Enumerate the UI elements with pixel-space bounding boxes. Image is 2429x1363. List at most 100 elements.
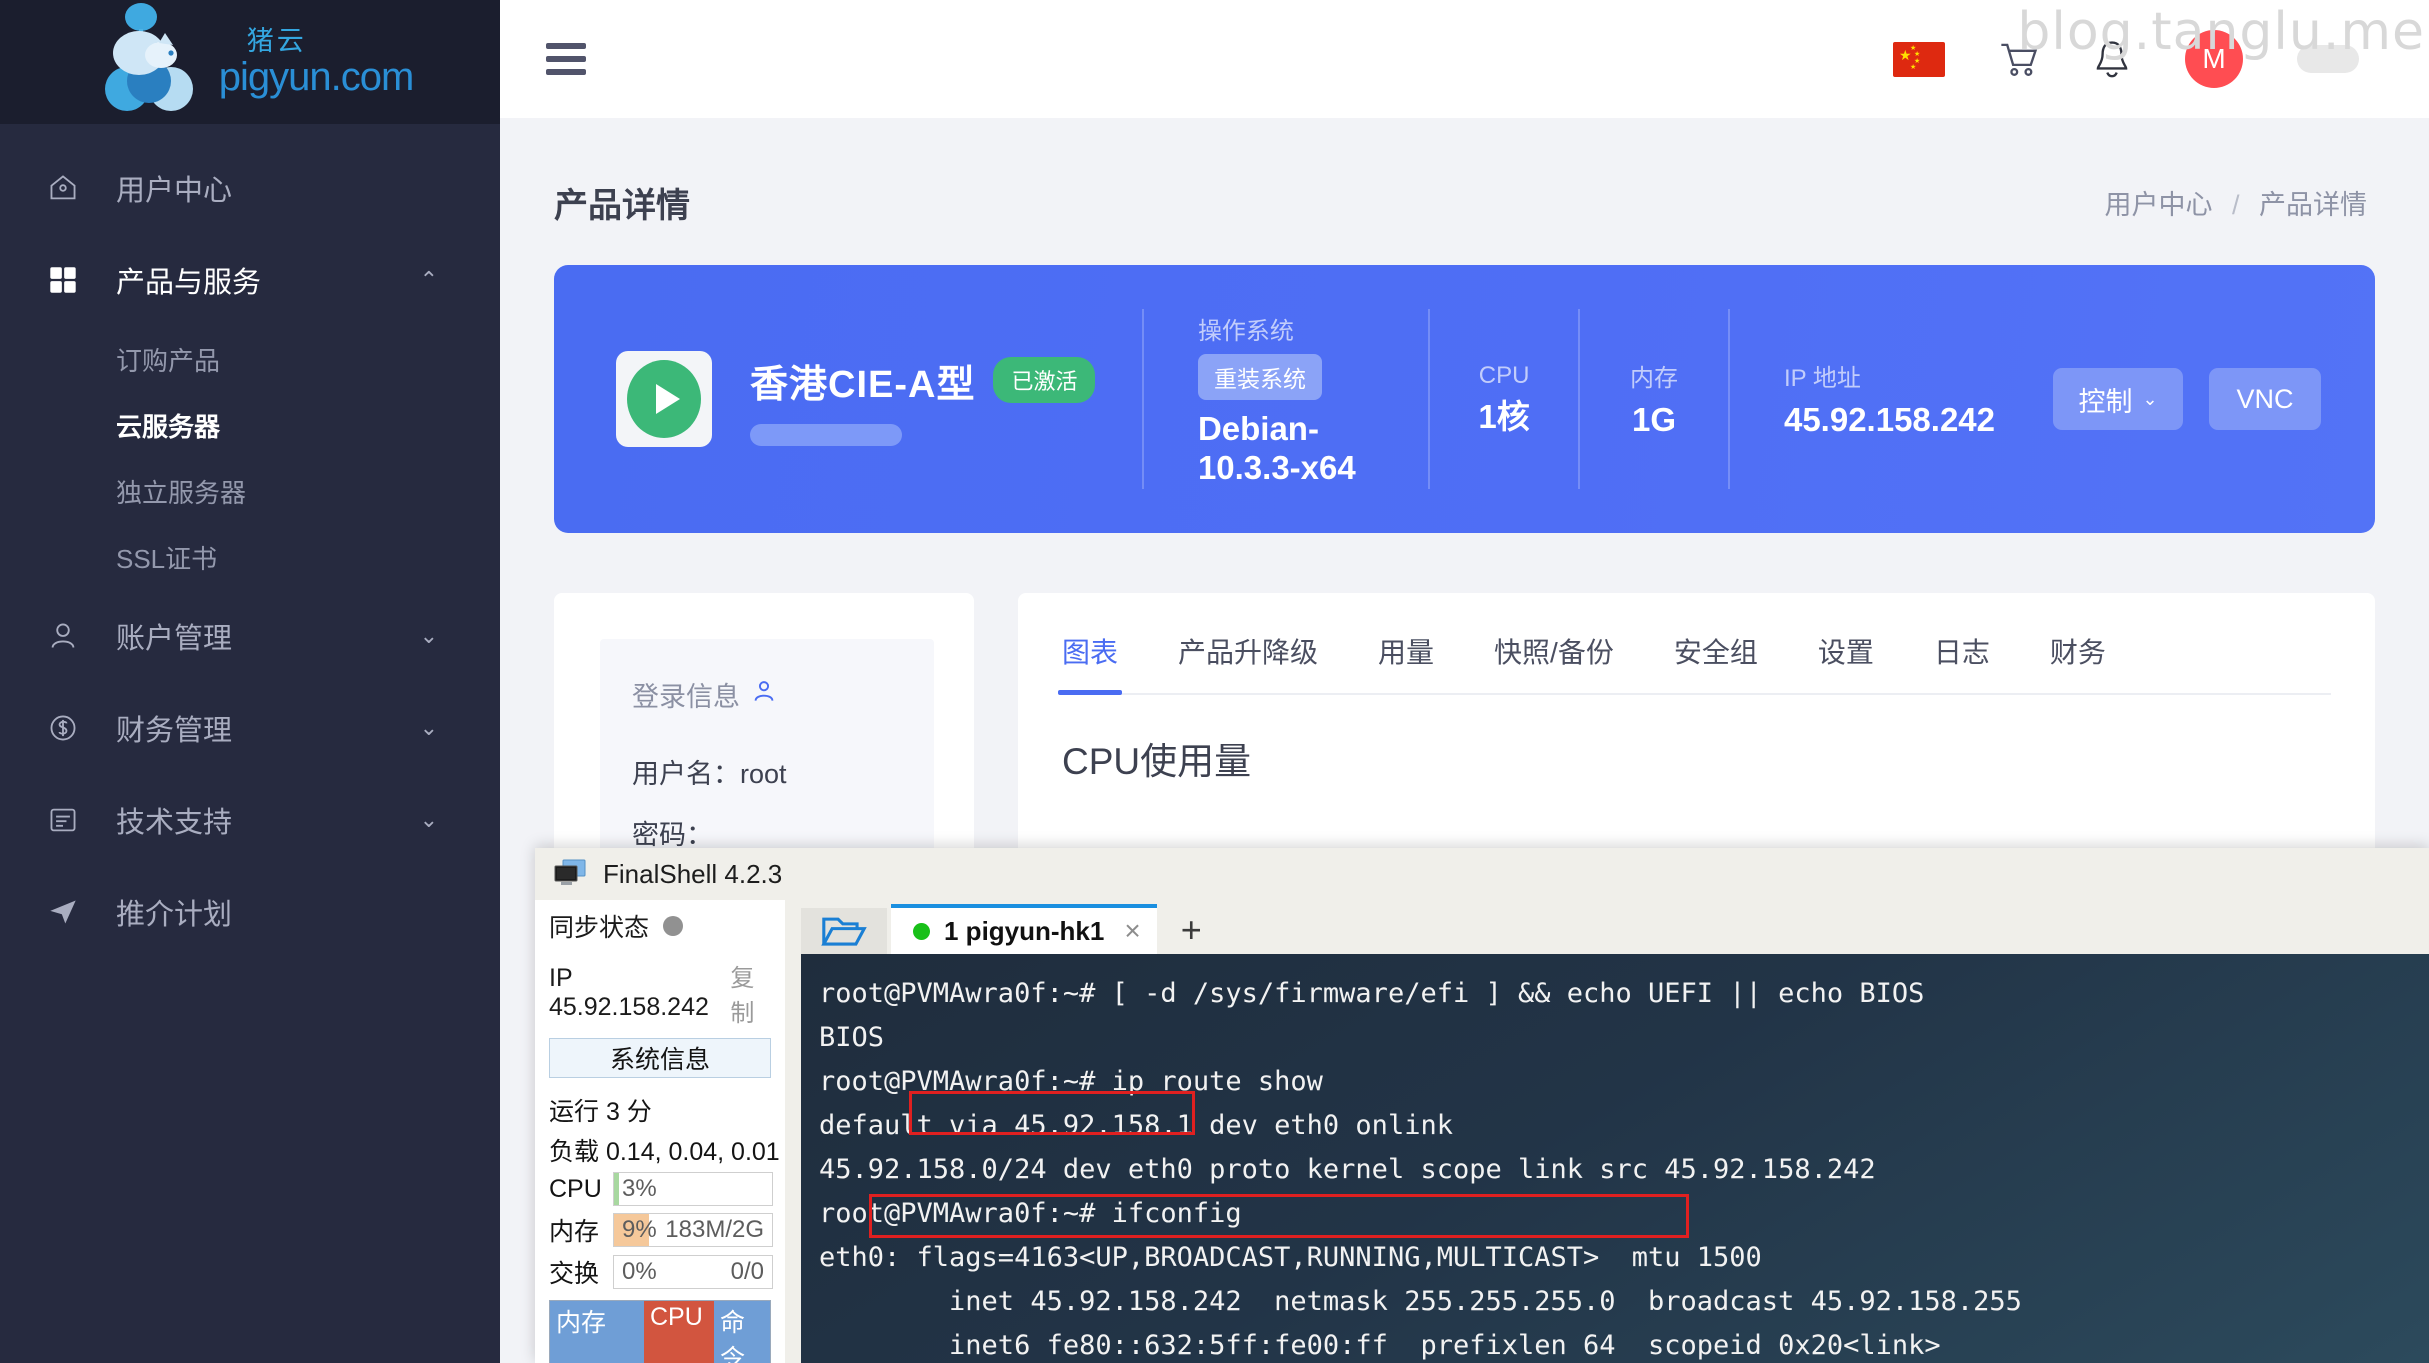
sidebar-item-label: 技术支持 — [116, 807, 233, 839]
tab-usage[interactable]: 用量 — [1378, 631, 1434, 693]
sidebar-item-user-center[interactable]: 用户中心 — [0, 142, 500, 234]
login-username: 用户名：root — [632, 759, 787, 789]
system-info-button[interactable]: 系统信息 — [549, 1038, 771, 1078]
control-button-label: 控制 — [2078, 386, 2133, 417]
sidebar-item-label: 产品与服务 — [116, 267, 262, 299]
sidebar-item-label: 推介计划 — [116, 899, 233, 931]
control-dropdown-button[interactable]: 控制 ⌄ — [2053, 368, 2183, 430]
memory-meter: 9% 183M/2G — [613, 1213, 773, 1247]
top-bar: blog.tanglu.me ★ ★ ★ ★ ★ M — [500, 0, 2429, 118]
process-col-command[interactable]: 命令 — [714, 1301, 770, 1363]
swap-meter-row: 交换 0% 0/0 — [549, 1254, 785, 1290]
tab-label: 图表 — [1062, 637, 1119, 668]
avatar[interactable]: M — [2185, 30, 2243, 88]
process-col-cpu[interactable]: CPU — [644, 1301, 714, 1363]
panel-ip-value: 45.92.158.242 — [549, 993, 709, 1021]
terminal-line: eth0: flags=4163<UP,BROADCAST,RUNNING,MU… — [819, 1242, 1762, 1273]
document-icon — [48, 801, 94, 839]
tab-charts[interactable]: 图表 — [1057, 631, 1123, 695]
cn-flag-icon[interactable]: ★ ★ ★ ★ ★ — [1893, 41, 1945, 77]
tab-label: 安全组 — [1673, 637, 1758, 668]
product-name: 香港CIE-A型 — [750, 363, 976, 406]
user-name-redacted[interactable] — [2297, 45, 2359, 73]
finalshell-titlebar: FinalShell 4.2.3 — [535, 848, 2429, 900]
finalshell-main: 1 pigyun-hk1 × + root@PVMAwra0f:~# [ -d … — [785, 900, 2429, 1363]
sidebar-subitem-label: 订购产品 — [116, 345, 221, 376]
tab-label: 设置 — [1817, 637, 1874, 668]
status-badge: 已激活 — [993, 357, 1096, 403]
chart-section-title: CPU使用量 — [1062, 741, 1252, 782]
process-table: 内存 CPU 命令 1.5M 0.3 nscd — [549, 1300, 771, 1363]
cpu-meter: 3% — [613, 1172, 773, 1206]
cpu-value: 1核 — [1478, 397, 1530, 435]
memory-meter-percent: 9% — [622, 1216, 657, 1243]
bell-icon[interactable] — [2093, 39, 2131, 79]
new-tab-icon[interactable]: + — [1181, 912, 1202, 954]
tab-finance[interactable]: 财务 — [2050, 631, 2106, 693]
swap-meter-percent: 0% — [622, 1258, 657, 1285]
sidebar-subitem-order-product[interactable]: 订购产品 — [0, 326, 500, 392]
sidebar-item-finance-management[interactable]: 财务管理 ⌄ — [0, 682, 500, 774]
breadcrumb-root[interactable]: 用户中心 — [2104, 190, 2212, 220]
memory-label: 内存 — [1630, 365, 1678, 393]
tab-label: 产品升降级 — [1178, 637, 1319, 668]
user-icon — [48, 617, 94, 655]
close-icon[interactable]: × — [1124, 915, 1140, 947]
sidebar-item-products-services[interactable]: 产品与服务 ⌃ — [0, 234, 500, 326]
tab-upgrade-downgrade[interactable]: 产品升降级 — [1178, 631, 1318, 693]
hamburger-menu-icon[interactable] — [546, 43, 586, 75]
sidebar-subitem-ssl-certificate[interactable]: SSL证书 — [0, 524, 500, 590]
product-subtitle-redacted — [750, 423, 902, 446]
tab-security-group[interactable]: 安全组 — [1674, 631, 1758, 693]
folder-open-icon[interactable] — [801, 908, 887, 954]
sidebar-subnav: 订购产品 云服务器 独立服务器 SSL证书 — [0, 326, 500, 590]
swap-meter: 0% 0/0 — [613, 1255, 773, 1289]
login-info-heading-label: 登录信息 — [632, 682, 740, 712]
app-root: 猪云 pigyun.com 用户中心 产品与服务 ⌃ 订购产品 云服务器 独立服… — [0, 0, 2429, 1363]
sidebar-item-technical-support[interactable]: 技术支持 ⌄ — [0, 774, 500, 866]
process-col-memory[interactable]: 内存 — [550, 1301, 644, 1363]
tab-settings[interactable]: 设置 — [1818, 631, 1874, 693]
chevron-down-icon: ⌄ — [419, 715, 438, 740]
reinstall-system-button[interactable]: 重装系统 — [1197, 354, 1322, 401]
cart-icon[interactable] — [1999, 40, 2039, 78]
sidebar-item-account-management[interactable]: 账户管理 ⌄ — [0, 590, 500, 682]
breadcrumb-current: 产品详情 — [2259, 190, 2367, 220]
copy-ip-link[interactable]: 复制 — [730, 958, 773, 1028]
sidebar-item-label: 财务管理 — [116, 715, 233, 747]
os-label: 操作系统 — [1197, 318, 1294, 346]
tab-snapshot-backup[interactable]: 快照/备份 — [1494, 631, 1614, 693]
panel-ip-text: IP 45.92.158.242 — [549, 964, 730, 1022]
terminal-tab[interactable]: 1 pigyun-hk1 × — [891, 904, 1157, 954]
os-info-cell: 操作系统 重装系统 Debian-10.3.3-x64 — [1144, 309, 1428, 489]
sidebar-subitem-cloud-server[interactable]: 云服务器 — [0, 392, 500, 458]
content-tabs: 图表 产品升降级 用量 快照/备份 安全组 设置 日志 财务 — [1057, 593, 2331, 695]
tab-label: 用量 — [1378, 637, 1435, 668]
chevron-down-icon: ⌄ — [2142, 388, 2158, 409]
chevron-down-icon: ⌄ — [419, 807, 438, 832]
login-password: 密码： — [632, 820, 713, 850]
finalshell-title: FinalShell 4.2.3 — [603, 858, 783, 889]
ip-value: 45.92.158.242 — [1783, 401, 1996, 439]
sync-status-row: 同步状态 — [549, 908, 785, 944]
sidebar-item-referral-program[interactable]: 推介计划 — [0, 866, 500, 958]
sidebar-subitem-dedicated-server[interactable]: 独立服务器 — [0, 458, 500, 524]
sidebar-subitem-label: SSL证书 — [116, 543, 218, 574]
chevron-down-icon: ⌄ — [419, 623, 438, 648]
gateway-highlight-box — [909, 1091, 1195, 1135]
sidebar-item-label: 用户中心 — [116, 175, 233, 207]
cpu-meter-label: CPU — [549, 1174, 602, 1203]
ip-info-cell: IP 地址 45.92.158.242 — [1730, 309, 2053, 489]
brand-name-cn: 猪云 — [246, 25, 307, 56]
sync-status-indicator — [663, 916, 684, 936]
terminal-line: 45.92.158.0/24 dev eth0 proto kernel sco… — [819, 1154, 1876, 1185]
memory-meter-label: 内存 — [549, 1218, 600, 1246]
terminal-output[interactable]: root@PVMAwra0f:~# [ -d /sys/firmware/efi… — [801, 954, 2429, 1363]
brand-name-en: pigyun.com — [218, 54, 415, 99]
brand-logo[interactable]: 猪云 pigyun.com — [0, 0, 500, 124]
vnc-button[interactable]: VNC — [2209, 368, 2321, 430]
finalshell-body: 同步状态 IP 45.92.158.242 复制 系统信息 运行 3 分 负载 … — [535, 900, 2429, 1363]
server-power-button[interactable] — [616, 351, 712, 447]
load-average-text: 负载 0.14, 0.04, 0.01 — [549, 1138, 780, 1166]
tab-logs[interactable]: 日志 — [1934, 631, 1990, 693]
